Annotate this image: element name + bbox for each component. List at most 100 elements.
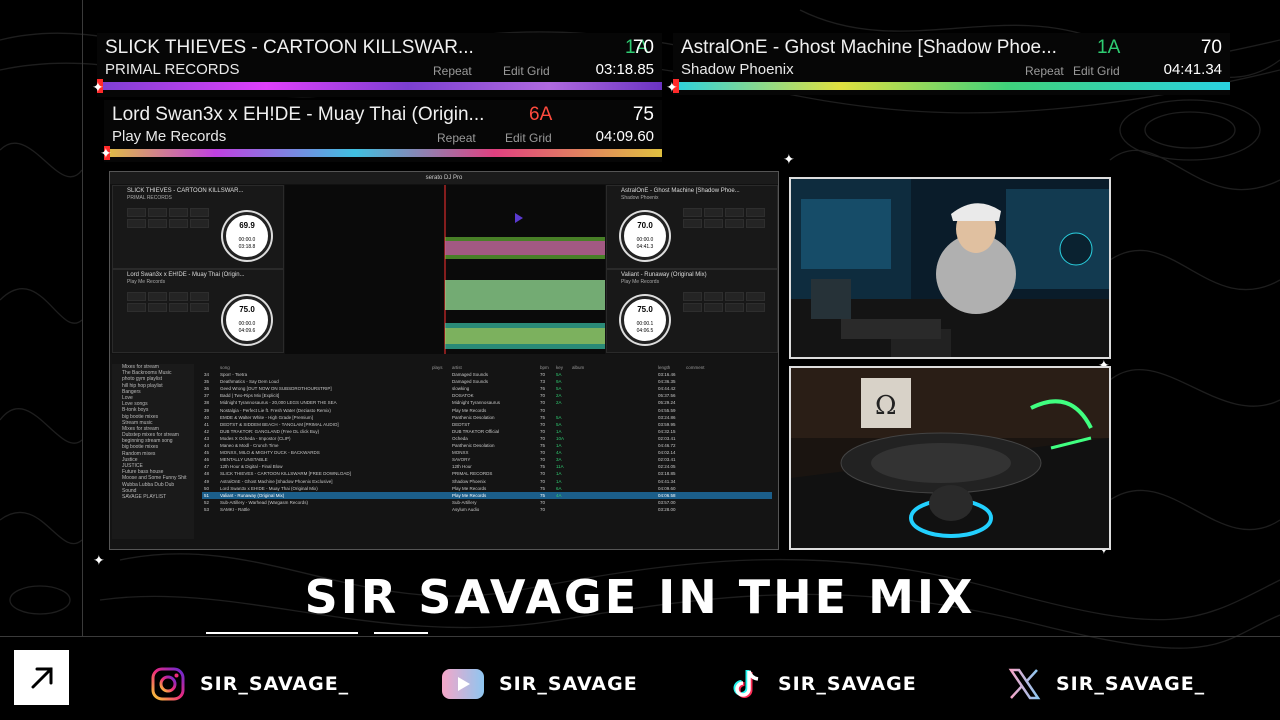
platter-elapsed: 00:00.0 (636, 237, 654, 243)
deck-platter[interactable]: 69.9 00:00.0 03:18.8 (223, 212, 271, 260)
table-row[interactable]: 36 Geed Wrong [OUT NOW ON SUBSDROTHOURSTR… (202, 385, 772, 392)
col-album[interactable]: album (572, 364, 584, 371)
cell-artist: 12th Hour (452, 464, 472, 470)
platter-bpm: 70.0 (637, 221, 653, 230)
table-row[interactable]: 35 Deathmatics - Say Dem Loud Damaged Soun… (202, 378, 772, 385)
cell-bpm: 70 (540, 372, 546, 378)
social-instagram[interactable]: SIR_SAVAGE_ (150, 664, 349, 704)
table-row[interactable]: 51 Valiant - Runaway (Original Mix) Play M… (202, 491, 772, 499)
table-row[interactable]: 43 Modes X Ocheda - Impostor (CLIP) Ocheda… (202, 435, 772, 442)
cell-key: 2A (556, 393, 562, 399)
col-plays[interactable]: plays (432, 364, 443, 371)
cell-n: 41 (204, 421, 210, 427)
headline-underline (374, 632, 428, 634)
cell-bpm: 70 (540, 471, 546, 477)
deck-platter[interactable]: 75.0 00:00.0 04:09.6 (223, 296, 271, 344)
platter-bpm: 69.9 (239, 221, 255, 230)
track-table: song plays artist bpm key album length c… (202, 364, 772, 539)
col-bpm[interactable]: bpm (540, 364, 549, 371)
table-row[interactable]: 41 DEDTST & SIDDEM BEACH - TANGLAM [PRIMA… (202, 421, 772, 428)
arrow-up-right-icon (31, 667, 52, 688)
table-row[interactable]: 53 SAMKI - Rattle Asylum Audio 70 03:28.00 (202, 506, 772, 513)
cell-artist: DEDTST (452, 421, 470, 427)
cell-song: Lord Swan3x x EH!DE - Muay Thai (Origina… (220, 485, 318, 491)
cell-artist: Damaged Sounds (452, 372, 489, 378)
table-row[interactable]: 50 Lord Swan3x x EH!DE - Muay Thai (Origi… (202, 485, 772, 492)
table-row[interactable]: 48 SLICK THIEVES - CARTOON KILLSWARM [FRE… (202, 470, 772, 477)
cell-artist: MONXX (452, 450, 469, 456)
col-length[interactable]: length (658, 364, 670, 371)
cell-artist: Sub-Artillery (452, 499, 477, 505)
cell-key: 5A (556, 372, 562, 378)
edit-grid-button[interactable]: Edit Grid (505, 131, 552, 145)
frame-divider-horizontal (0, 636, 1280, 637)
table-row[interactable]: 52 Sub-Artillery - Warhead (Wargasm Recor… (202, 499, 772, 506)
cell-n: 47 (204, 464, 210, 470)
repeat-button[interactable]: Repeat (437, 131, 476, 145)
col-artist[interactable]: artist (452, 364, 462, 371)
repeat-button[interactable]: Repeat (433, 64, 472, 78)
cell-n: 35 (204, 379, 210, 385)
cell-n: 53 (204, 506, 210, 512)
cell-bpm: 70 (540, 499, 546, 505)
repeat-button[interactable]: Repeat (1025, 64, 1064, 78)
cell-artist: Play Me Records (452, 407, 487, 413)
cell-song: DUB TRAKTOR: GANGLAND (Free DL click Buy… (220, 428, 320, 434)
social-youtube[interactable]: SIR_SAVAGE (441, 664, 638, 704)
edit-grid-button[interactable]: Edit Grid (503, 64, 550, 78)
table-row[interactable]: 39 Nostalgia - Perfect Lie ft. Fresh Wate… (202, 407, 772, 414)
cell-bpm: 70 (540, 393, 546, 399)
cell-length: 02:03.41 (658, 435, 676, 441)
cell-key: 2A (556, 400, 562, 406)
deck-platter[interactable]: 75.0 00:00.1 04:06.5 (621, 296, 669, 344)
sparkle-icon: ✦ (100, 145, 112, 161)
sparkle-icon: ✦ (93, 552, 105, 568)
col-key[interactable]: key (556, 364, 563, 371)
col-comment[interactable]: comment (686, 364, 705, 371)
table-row[interactable]: 46 MENTALLY UNSTABLE SAVORY 70 3A 02:03.41 (202, 456, 772, 463)
table-row[interactable]: 42 DUB TRAKTOR: GANGLAND (Free DL click B… (202, 428, 772, 435)
table-row[interactable]: 44 Maneo & Modl - Crunch Time Panthenic De… (202, 442, 772, 449)
cell-key: 4A (556, 450, 562, 456)
track-key: 1A (1097, 37, 1121, 58)
cell-length: 04:09.60 (658, 485, 676, 491)
cell-key: 4A (556, 492, 562, 498)
cue-pads[interactable] (127, 292, 209, 312)
platter-bpm: 75.0 (239, 305, 255, 314)
cue-pads[interactable] (683, 208, 765, 228)
social-x[interactable]: SIR_SAVAGE_ (1006, 664, 1205, 704)
table-row[interactable]: 45 MONXX, MILO & MIGHTY DUCK - BACKWARDS M… (202, 449, 772, 456)
cell-length: 05:37.56 (658, 393, 676, 399)
cell-song: EMDE & Walter White - High Grade [Premiu… (220, 414, 313, 420)
table-row[interactable]: 49 AstralOnE - Ghost Machine [Shadow Phoe… (202, 478, 772, 485)
platter-remaining: 04:09.6 (238, 328, 256, 334)
col-song[interactable]: song (220, 364, 230, 371)
edit-grid-button[interactable]: Edit Grid (1073, 64, 1120, 78)
svg-text:Ω: Ω (875, 391, 897, 421)
table-row[interactable]: 37 Badd | Two-Rips Mix [Explicit] DOSATOK 7… (202, 392, 772, 399)
table-row[interactable]: 47 12th Hour & Digital - Final Blow 12th H… (202, 463, 772, 470)
cell-song: Nostalgia - Perfect Lie ft. Fresh Water … (220, 407, 331, 413)
table-row[interactable]: 40 EMDE & Walter White - High Grade [Prem… (202, 414, 772, 421)
crate-item[interactable]: Moose and Some Funny Shit (112, 475, 194, 481)
deck-platter[interactable]: 70.0 00:00.0 04:41.3 (621, 212, 669, 260)
platter-remaining: 04:41.3 (636, 244, 654, 250)
serato-title-bar: serato DJ Pro (110, 172, 778, 184)
arrow-link-button[interactable] (14, 650, 69, 705)
track-time: 04:09.60 (595, 128, 654, 145)
cue-pads[interactable] (127, 208, 209, 228)
deck-overview-waveform (97, 79, 662, 93)
platter-bpm: 75.0 (637, 305, 653, 314)
cell-n: 42 (204, 428, 210, 434)
deck-title: Lord Swan3x x EH!DE - Muay Thai (Origin.… (127, 272, 245, 278)
cue-pads[interactable] (683, 292, 765, 312)
cell-length: 03:57.00 (658, 499, 676, 505)
serato-app-title: serato DJ Pro (425, 175, 463, 181)
table-row[interactable]: 38 Midnight Tyrannosaurus - 20,000 LEGS U… (202, 399, 772, 406)
cell-length: 03:24.86 (658, 414, 676, 420)
cell-n: 40 (204, 414, 210, 420)
crate-item[interactable]: SAVAGE PLAYLIST (112, 494, 194, 500)
table-row[interactable]: 34 Sporr - Tsetra Damaged Sounds 70 5A 03:16.… (202, 371, 772, 378)
cell-length: 04:41.34 (658, 478, 676, 484)
social-tiktok[interactable]: SIR_SAVAGE (728, 664, 917, 704)
